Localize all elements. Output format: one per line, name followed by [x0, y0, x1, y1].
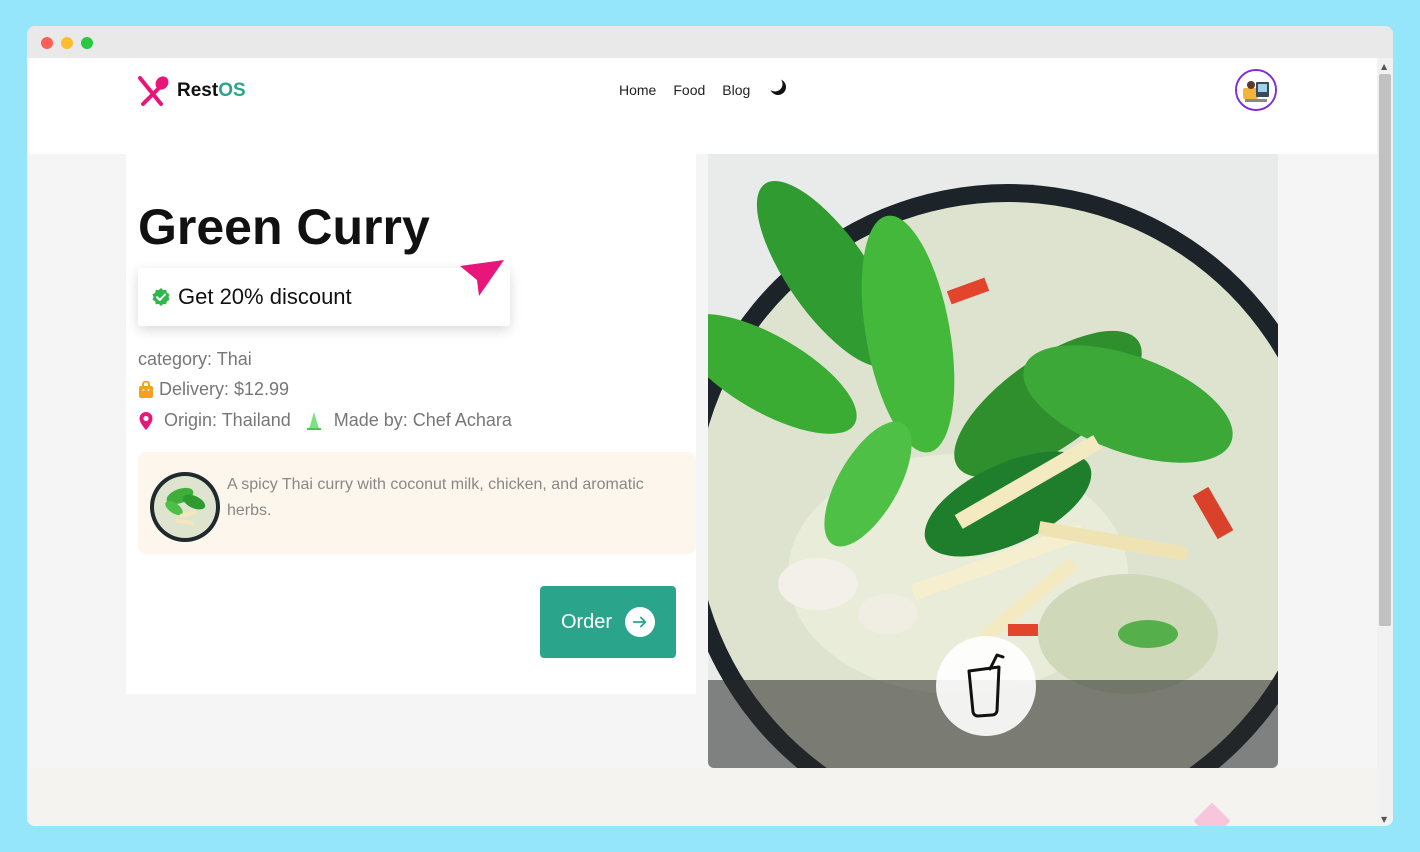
dish-card: Green Curry Get 20% discount category: T… [126, 154, 696, 694]
spoon-knife-icon [138, 76, 169, 106]
dish-title: Green Curry [138, 199, 430, 255]
browser-window: RestOS Home Food Blog Green Curry Get 20… [27, 26, 1393, 826]
order-label: Order [560, 610, 613, 633]
logo[interactable]: RestOS [135, 74, 246, 108]
brand-prefix: Rest [177, 80, 219, 101]
origin-text: Origin: Thailand [164, 410, 291, 430]
main-nav: Home Food Blog [619, 77, 788, 100]
discount-text: Get 20% discount [178, 284, 352, 309]
dish-thumbnail-image [150, 472, 220, 542]
close-window-button[interactable] [41, 37, 53, 49]
brand-suffix: OS [218, 80, 246, 101]
map-pin-icon [139, 411, 153, 430]
made-by-text: Made by: Chef Achara [333, 410, 512, 430]
vertical-scrollbar[interactable]: ▲ ▼ [1377, 58, 1393, 826]
navbar: RestOS Home Food Blog [27, 58, 1377, 154]
user-avatar[interactable] [1235, 69, 1277, 111]
moon-icon[interactable] [768, 77, 788, 97]
avatar-illustration-icon [1237, 71, 1275, 109]
discount-badge: Get 20% discount [138, 268, 510, 326]
page-viewport: RestOS Home Food Blog Green Curry Get 20… [27, 58, 1377, 826]
dish-thumbnail [150, 472, 220, 542]
nav-food[interactable]: Food [673, 82, 705, 98]
verified-check-icon [152, 288, 170, 306]
bottom-section [27, 768, 1377, 826]
category-text: category: Thai [138, 349, 252, 369]
decorative-shape [1193, 802, 1231, 826]
scroll-down-arrow-icon[interactable]: ▼ [1381, 815, 1387, 824]
scroll-up-arrow-icon[interactable]: ▲ [1381, 62, 1387, 71]
chef-icon [306, 411, 321, 430]
scrollbar-thumb[interactable] [1379, 74, 1391, 626]
order-button[interactable]: Order [540, 586, 676, 658]
cursor-arrow-icon [460, 260, 504, 296]
description-box: A spicy Thai curry with coconut milk, ch… [138, 452, 696, 554]
dish-description: A spicy Thai curry with coconut milk, ch… [227, 476, 644, 519]
title-bar [27, 26, 1393, 58]
delivery-line: Delivery: $12.99 [138, 379, 289, 400]
category-line: category: Thai [138, 349, 252, 370]
nav-home[interactable]: Home [619, 82, 656, 98]
maximize-window-button[interactable] [81, 37, 93, 49]
dish-image [708, 154, 1278, 768]
delivery-text: Delivery: $12.99 [159, 379, 290, 399]
shopping-bag-icon [139, 380, 153, 398]
dish-section: Green Curry Get 20% discount category: T… [27, 154, 1377, 768]
drink-button[interactable] [936, 636, 1036, 736]
arrow-right-icon [625, 607, 656, 637]
nav-blog[interactable]: Blog [722, 82, 750, 98]
minimize-window-button[interactable] [61, 37, 73, 49]
brand-name: RestOS [177, 80, 246, 102]
origin-line: Origin: Thailand Made by: Chef Achara [138, 410, 512, 431]
cup-straw-icon [967, 653, 1005, 718]
